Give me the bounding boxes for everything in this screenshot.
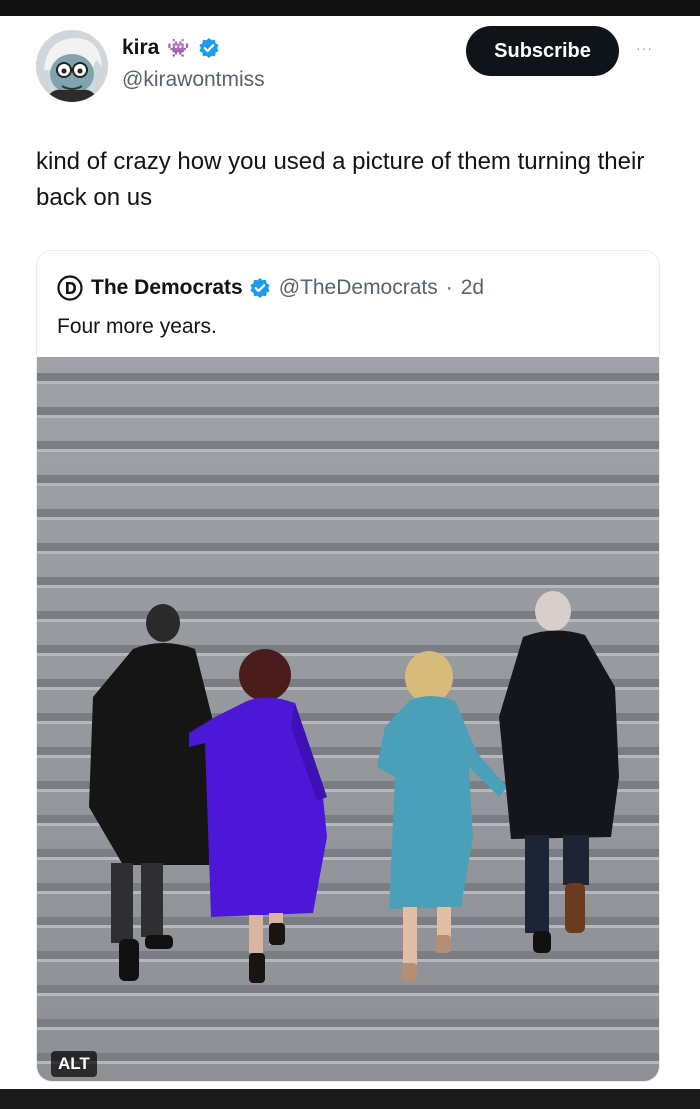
author-name-row: kira 👾 (122, 36, 220, 60)
quoted-tweet-card[interactable]: The Democrats @TheDemocrats · 2d Four mo… (36, 250, 660, 1082)
steps-photo (37, 357, 659, 1081)
quoted-handle[interactable]: @TheDemocrats (279, 276, 438, 300)
navigation-bar (0, 1089, 700, 1109)
quoted-timestamp[interactable]: 2d (461, 276, 484, 300)
democrats-logo-icon (57, 275, 83, 301)
quoted-display-name[interactable]: The Democrats (91, 276, 243, 300)
avatar[interactable] (36, 30, 108, 102)
alien-emoji-badge: 👾 (167, 37, 190, 58)
quoted-tweet-photo[interactable]: ALT (37, 357, 659, 1081)
more-options-icon[interactable]: ··· (636, 40, 653, 56)
quoted-tweet-header: The Democrats @TheDemocrats · 2d (57, 275, 484, 301)
author-handle[interactable]: @kirawontmiss (122, 68, 265, 92)
verified-badge-icon (250, 278, 270, 298)
subscribe-button[interactable]: Subscribe (466, 26, 619, 76)
status-bar (0, 0, 700, 16)
quoted-separator: · (445, 276, 453, 299)
quoted-tweet-text: Four more years. (57, 315, 217, 338)
avatar-image (36, 30, 108, 102)
author-display-name[interactable]: kira (122, 36, 159, 60)
tweet-text: kind of crazy how you used a picture of … (36, 148, 645, 211)
verified-badge-icon (199, 38, 219, 58)
alt-text-badge[interactable]: ALT (51, 1051, 97, 1077)
